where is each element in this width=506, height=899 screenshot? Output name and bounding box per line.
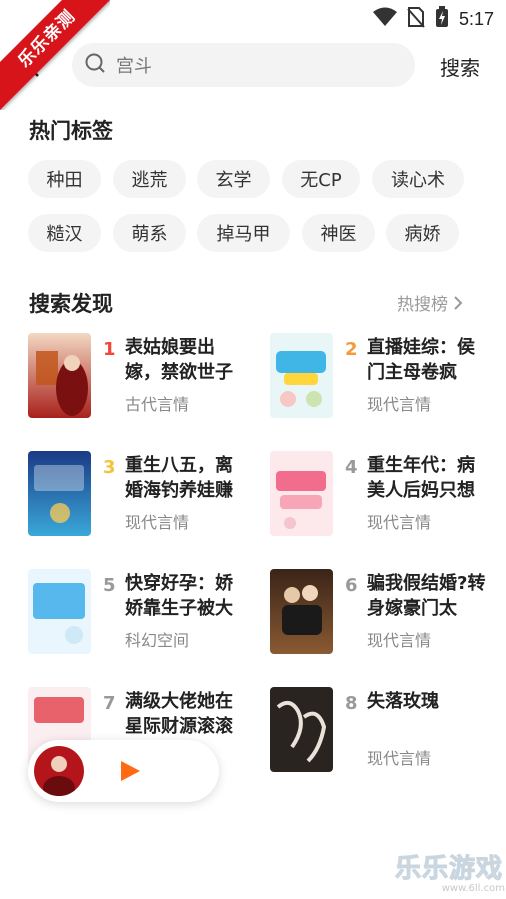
book-cover: [28, 333, 91, 418]
book-title: 快穿好孕：娇娇靠生子被大: [125, 573, 233, 619]
wifi-icon: [372, 7, 397, 31]
book-item[interactable]: 2 直播娃综：侯门主母卷疯 现代言情: [270, 333, 500, 423]
book-title: 重生年代：病美人后妈只想: [367, 455, 475, 501]
tag-chip[interactable]: 玄学: [197, 160, 270, 198]
book-cover: [270, 687, 333, 772]
book-category: 现代言情: [367, 631, 432, 650]
hot-ranking-label: 热搜榜: [397, 295, 448, 315]
book-title: 失落玫瑰: [367, 691, 439, 712]
book-title: 重生八五，离婚海钓养娃赚: [125, 455, 233, 501]
book-cover: [270, 333, 333, 418]
tag-chip[interactable]: 病娇: [386, 214, 459, 252]
play-icon: [121, 761, 140, 781]
book-item[interactable]: 6 骗我假结婚?转身嫁豪门太 现代言情: [270, 569, 500, 659]
book-title: 表姑娘要出嫁，禁欲世子: [125, 337, 233, 383]
book-rank: 6: [345, 575, 358, 596]
book-title: 直播娃综：侯门主母卷疯: [367, 337, 475, 383]
book-category: 现代言情: [367, 749, 432, 768]
tag-chip[interactable]: 种田: [28, 160, 101, 198]
book-category: 科幻空间: [125, 631, 190, 650]
book-item[interactable]: 5 快穿好孕：娇娇靠生子被大 科幻空间: [28, 569, 258, 659]
book-rank: 2: [345, 339, 358, 360]
book-title: 满级大佬她在星际财源滚滚: [125, 691, 233, 737]
book-rank: 1: [103, 339, 116, 360]
search-button[interactable]: 搜索: [440, 52, 480, 81]
book-rank: 3: [103, 457, 116, 478]
battery-charging-icon: [435, 6, 449, 32]
search-query: 宫斗: [116, 56, 152, 77]
book-rank: 8: [345, 693, 358, 714]
watermark-ribbon-text: 乐乐亲测: [0, 0, 110, 110]
book-cover: [270, 451, 333, 536]
tag-chip[interactable]: 掉马甲: [197, 214, 290, 252]
player-cover: [34, 746, 84, 796]
book-cover: [28, 569, 91, 654]
search-input[interactable]: 宫斗: [72, 43, 415, 87]
hot-ranking-link[interactable]: 热搜榜: [397, 290, 464, 315]
tag-chip[interactable]: 糙汉: [28, 214, 101, 252]
status-time: 5:17: [458, 8, 494, 29]
tag-chip[interactable]: 逃荒: [113, 160, 186, 198]
book-item[interactable]: 8 失落玫瑰 现代言情: [270, 687, 500, 777]
watermark-ribbon: 乐乐亲测: [0, 0, 110, 110]
hot-tags-title: 热门标签: [29, 119, 113, 143]
book-category: 现代言情: [367, 395, 432, 414]
book-cover: [270, 569, 333, 654]
book-rank: 4: [345, 457, 358, 478]
tag-chip[interactable]: 神医: [302, 214, 375, 252]
discover-title: 搜索发现: [29, 292, 113, 316]
book-rank: 7: [103, 693, 116, 714]
tag-chip[interactable]: 萌系: [113, 214, 186, 252]
book-item[interactable]: 4 重生年代：病美人后妈只想 现代言情: [270, 451, 500, 541]
tag-chip[interactable]: 无CP: [282, 160, 360, 198]
play-button[interactable]: [118, 759, 142, 783]
chevron-right-icon: [454, 295, 463, 310]
book-title: 骗我假结婚?转身嫁豪门太: [367, 573, 486, 619]
no-sim-icon: [407, 6, 425, 32]
watermark-logo: 乐乐游戏 www.6ll.com: [395, 848, 506, 898]
book-item[interactable]: 3 重生八五，离婚海钓养娃赚 现代言情: [28, 451, 258, 541]
watermark-logo-title: 乐乐游戏: [395, 854, 504, 885]
tag-chip[interactable]: 读心术: [372, 160, 464, 198]
book-category: 现代言情: [367, 513, 432, 532]
mini-player[interactable]: [28, 740, 219, 802]
book-category: 古代言情: [125, 395, 190, 414]
book-cover: [28, 451, 91, 536]
book-category: 现代言情: [125, 513, 190, 532]
book-rank: 5: [103, 575, 116, 596]
book-item[interactable]: 1 表姑娘要出嫁，禁欲世子 古代言情: [28, 333, 258, 423]
